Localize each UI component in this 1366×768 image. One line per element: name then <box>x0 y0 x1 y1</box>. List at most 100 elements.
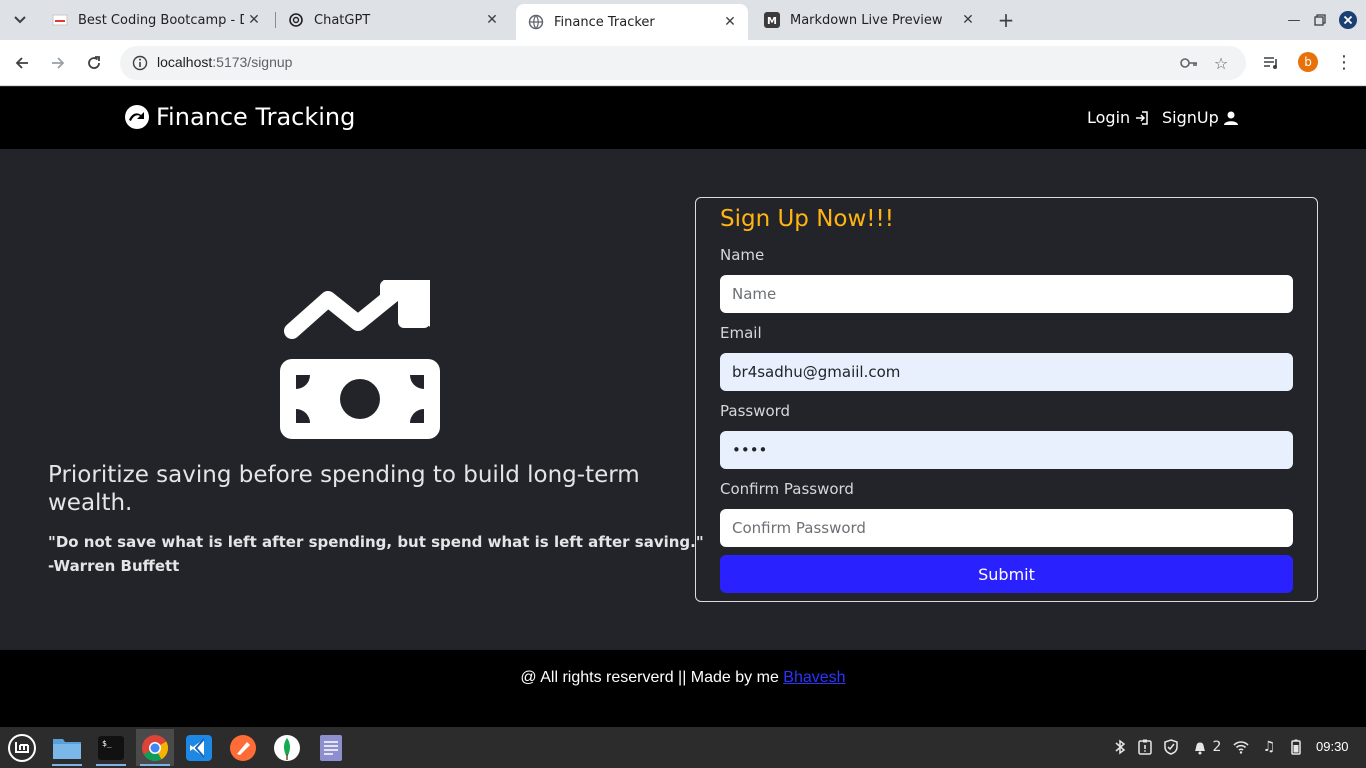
wifi-icon[interactable] <box>1232 737 1250 757</box>
postman-app-button[interactable] <box>224 729 262 766</box>
browser-tab-markdown[interactable]: M Markdown Live Preview ✕ <box>752 4 986 36</box>
arrow-right-icon <box>52 57 65 69</box>
author-link[interactable]: Bhavesh <box>783 669 845 686</box>
battery-icon[interactable] <box>1288 737 1304 757</box>
close-tab-icon[interactable]: ✕ <box>482 10 502 30</box>
svg-text:$_: $_ <box>102 739 112 748</box>
url-path: :5173/signup <box>212 54 293 70</box>
address-bar[interactable]: localhost:5173/signup ☆ <box>120 46 1246 80</box>
confirm-password-label: Confirm Password <box>720 480 854 498</box>
globe-icon <box>528 14 544 30</box>
svg-text:M: M <box>767 16 777 27</box>
main-content: Prioritize saving before spending to bui… <box>0 149 1366 650</box>
chrome-app-button[interactable] <box>136 729 174 766</box>
vscode-app-button[interactable] <box>180 729 218 766</box>
browser-tab-strip: Best Coding Bootcamp - Dev ✕ ChatGPT ✕ F… <box>0 0 1366 40</box>
email-label: Email <box>720 324 762 342</box>
chatgpt-logo-icon <box>288 12 304 28</box>
name-label: Name <box>720 246 765 264</box>
system-clock[interactable]: 09:30 <box>1316 739 1349 754</box>
terminal-app-button[interactable]: $_ <box>92 729 130 766</box>
brand[interactable]: Finance Tracking <box>124 103 355 131</box>
shield-update-icon[interactable] <box>1162 737 1180 757</box>
site-favicon-icon <box>52 12 68 28</box>
arrow-left-icon <box>15 57 28 69</box>
terminal-icon: $_ <box>98 735 124 760</box>
files-app-button[interactable] <box>48 729 86 766</box>
profile-avatar[interactable]: b <box>1298 52 1318 72</box>
footer-text: @ All rights reserverd || Made by me Bha… <box>0 669 1366 687</box>
media-controls-icon[interactable] <box>1262 54 1280 72</box>
browser-tab-chatgpt[interactable]: ChatGPT ✕ <box>276 4 510 36</box>
markdown-logo-icon: M <box>764 12 780 28</box>
tab-title: Best Coding Bootcamp - Dev <box>78 12 244 28</box>
music-note-icon[interactable]: ♫ <box>1260 737 1278 757</box>
close-tab-icon[interactable]: ✕ <box>720 12 740 32</box>
browser-menu-icon[interactable]: ⋮ <box>1334 52 1354 73</box>
brand-name: Finance Tracking <box>156 103 356 131</box>
signup-heading: Sign Up Now!!! <box>720 206 894 232</box>
close-window-icon[interactable] <box>1338 10 1358 30</box>
back-button[interactable] <box>9 50 35 76</box>
password-key-icon[interactable] <box>1180 54 1198 72</box>
bluetooth-icon[interactable] <box>1112 737 1128 757</box>
brand-logo-icon <box>125 105 149 129</box>
site-footer: @ All rights reserverd || Made by me Bha… <box>0 650 1366 727</box>
reload-icon <box>88 56 100 69</box>
close-tab-icon[interactable]: ✕ <box>958 10 978 30</box>
new-tab-button[interactable]: + <box>994 8 1018 32</box>
login-link[interactable]: Login <box>1087 108 1150 127</box>
postman-icon <box>230 734 256 761</box>
url-host: localhost <box>157 54 213 70</box>
browser-toolbar: localhost:5173/signup ☆ b ⋮ <box>0 40 1366 86</box>
tab-search-button[interactable] <box>8 8 32 32</box>
forward-button[interactable] <box>45 50 71 76</box>
savings-tagline: Prioritize saving before spending to bui… <box>48 462 640 516</box>
text-editor-app-button[interactable] <box>312 729 350 766</box>
signup-link[interactable]: SignUp <box>1162 108 1239 127</box>
quote-text: "Do not save what is left after spending… <box>48 533 704 551</box>
running-indicator <box>96 764 126 766</box>
signup-form: Sign Up Now!!! Name Email Password Confi… <box>695 197 1318 602</box>
running-indicator <box>140 764 170 766</box>
tab-title: Markdown Live Preview <box>790 12 943 28</box>
email-input[interactable] <box>720 353 1293 391</box>
quote-author: -Warren Buffett <box>48 557 180 575</box>
notifications-icon[interactable] <box>1190 737 1210 757</box>
files-icon <box>53 738 81 759</box>
name-input[interactable] <box>720 275 1293 313</box>
maximize-window-icon[interactable] <box>1310 10 1330 30</box>
os-taskbar: $_ 2 ♫ 09:30 <box>0 727 1366 768</box>
quote-block: "Do not save what is left after spending… <box>48 530 704 578</box>
text-editor-icon <box>320 734 342 761</box>
close-tab-icon[interactable]: ✕ <box>244 10 264 30</box>
running-indicator <box>52 764 82 766</box>
browser-tab-finance-tracker[interactable]: Finance Tracker ✕ <box>516 4 748 40</box>
password-input[interactable] <box>720 431 1293 469</box>
login-icon <box>1136 110 1148 125</box>
money-trend-icon <box>280 280 440 439</box>
notification-count: 2 <box>1212 739 1222 755</box>
start-menu-button[interactable] <box>3 729 41 766</box>
site-info-icon[interactable] <box>132 55 148 71</box>
reload-button[interactable] <box>81 50 107 76</box>
mongodb-app-button[interactable] <box>268 729 306 766</box>
password-label: Password <box>720 402 791 420</box>
vscode-icon <box>186 734 212 761</box>
minimize-window-icon[interactable]: — <box>1284 10 1304 30</box>
chrome-icon <box>142 734 169 761</box>
signup-label: SignUp <box>1162 108 1219 127</box>
mongodb-icon <box>274 734 300 761</box>
footer-copyright: @ All rights reserverd || Made by me <box>520 669 784 686</box>
submit-button[interactable]: Submit <box>720 555 1293 593</box>
clipboard-icon[interactable] <box>1136 737 1154 757</box>
confirm-password-input[interactable] <box>720 509 1293 547</box>
url-text: localhost:5173/signup <box>157 54 292 70</box>
bookmark-star-icon[interactable]: ☆ <box>1212 54 1230 73</box>
tab-title: Finance Tracker <box>554 14 655 30</box>
chevron-down-icon <box>14 16 26 24</box>
tab-title: ChatGPT <box>314 12 371 28</box>
user-icon <box>1223 111 1238 125</box>
login-label: Login <box>1087 108 1131 127</box>
browser-tab-bootcamp[interactable]: Best Coding Bootcamp - Dev ✕ <box>40 4 272 36</box>
